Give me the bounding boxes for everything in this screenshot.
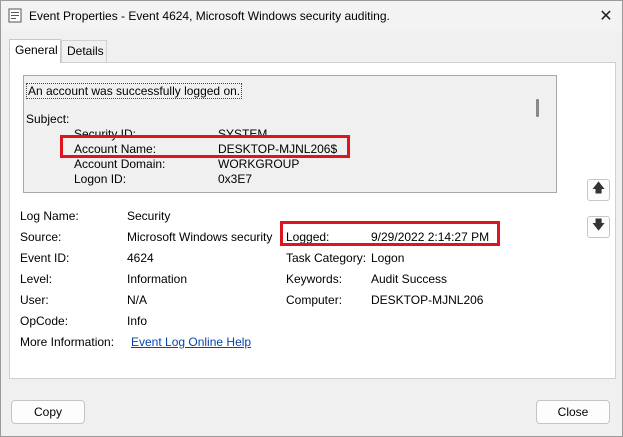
logon-id-label: Logon ID:: [74, 172, 127, 186]
copy-button[interactable]: Copy: [11, 400, 85, 424]
close-button[interactable]: Close: [536, 400, 610, 424]
logon-id-value: 0x3E7: [218, 172, 253, 186]
tab-general[interactable]: General: [9, 39, 61, 63]
account-domain-value: WORKGROUP: [218, 157, 300, 171]
opcode-label: OpCode:: [20, 314, 69, 328]
event-properties-window: Event Properties - Event 4624, Microsoft…: [0, 0, 623, 437]
previous-event-button[interactable]: 🡅: [587, 179, 610, 201]
event-description-box[interactable]: An account was successfully logged on. S…: [23, 75, 557, 193]
event-id-value: 4624: [127, 251, 154, 265]
general-panel: An account was successfully logged on. S…: [9, 62, 616, 379]
account-name-highlight: [60, 135, 350, 158]
arrow-down-icon: 🡇: [591, 217, 606, 232]
title-bar[interactable]: Event Properties - Event 4624, Microsoft…: [1, 1, 622, 31]
source-label: Source:: [20, 230, 62, 244]
keywords-label: Keywords:: [286, 272, 343, 286]
opcode-value: Info: [127, 314, 148, 328]
account-domain-label: Account Domain:: [74, 157, 166, 171]
computer-label: Computer:: [286, 293, 343, 307]
event-log-online-help-link[interactable]: Event Log Online Help: [131, 335, 251, 349]
event-viewer-icon: [8, 8, 22, 23]
task-category-label: Task Category:: [286, 251, 367, 265]
next-event-button[interactable]: 🡇: [587, 216, 610, 238]
description-summary: An account was successfully logged on.: [26, 83, 243, 99]
computer-value: DESKTOP-MJNL206: [371, 293, 484, 307]
keywords-value: Audit Success: [371, 272, 448, 286]
more-info-label: More Information:: [20, 335, 115, 349]
source-value: Microsoft Windows security: [127, 230, 273, 244]
arrow-up-icon: 🡅: [591, 180, 606, 195]
user-label: User:: [20, 293, 49, 307]
subject-heading: Subject:: [26, 112, 70, 126]
close-icon[interactable]: ✕: [593, 5, 619, 27]
level-label: Level:: [20, 272, 53, 286]
description-scroll-thumb[interactable]: [536, 99, 539, 117]
task-category-value: Logon: [371, 251, 405, 265]
user-value: N/A: [127, 293, 148, 307]
log-name-value: Security: [127, 209, 171, 223]
level-value: Information: [127, 272, 188, 286]
tab-details[interactable]: Details: [61, 40, 107, 62]
logged-highlight: [280, 221, 500, 246]
log-name-label: Log Name:: [20, 209, 79, 223]
event-id-label: Event ID:: [20, 251, 70, 265]
window-title: Event Properties - Event 4624, Microsoft…: [29, 9, 390, 23]
